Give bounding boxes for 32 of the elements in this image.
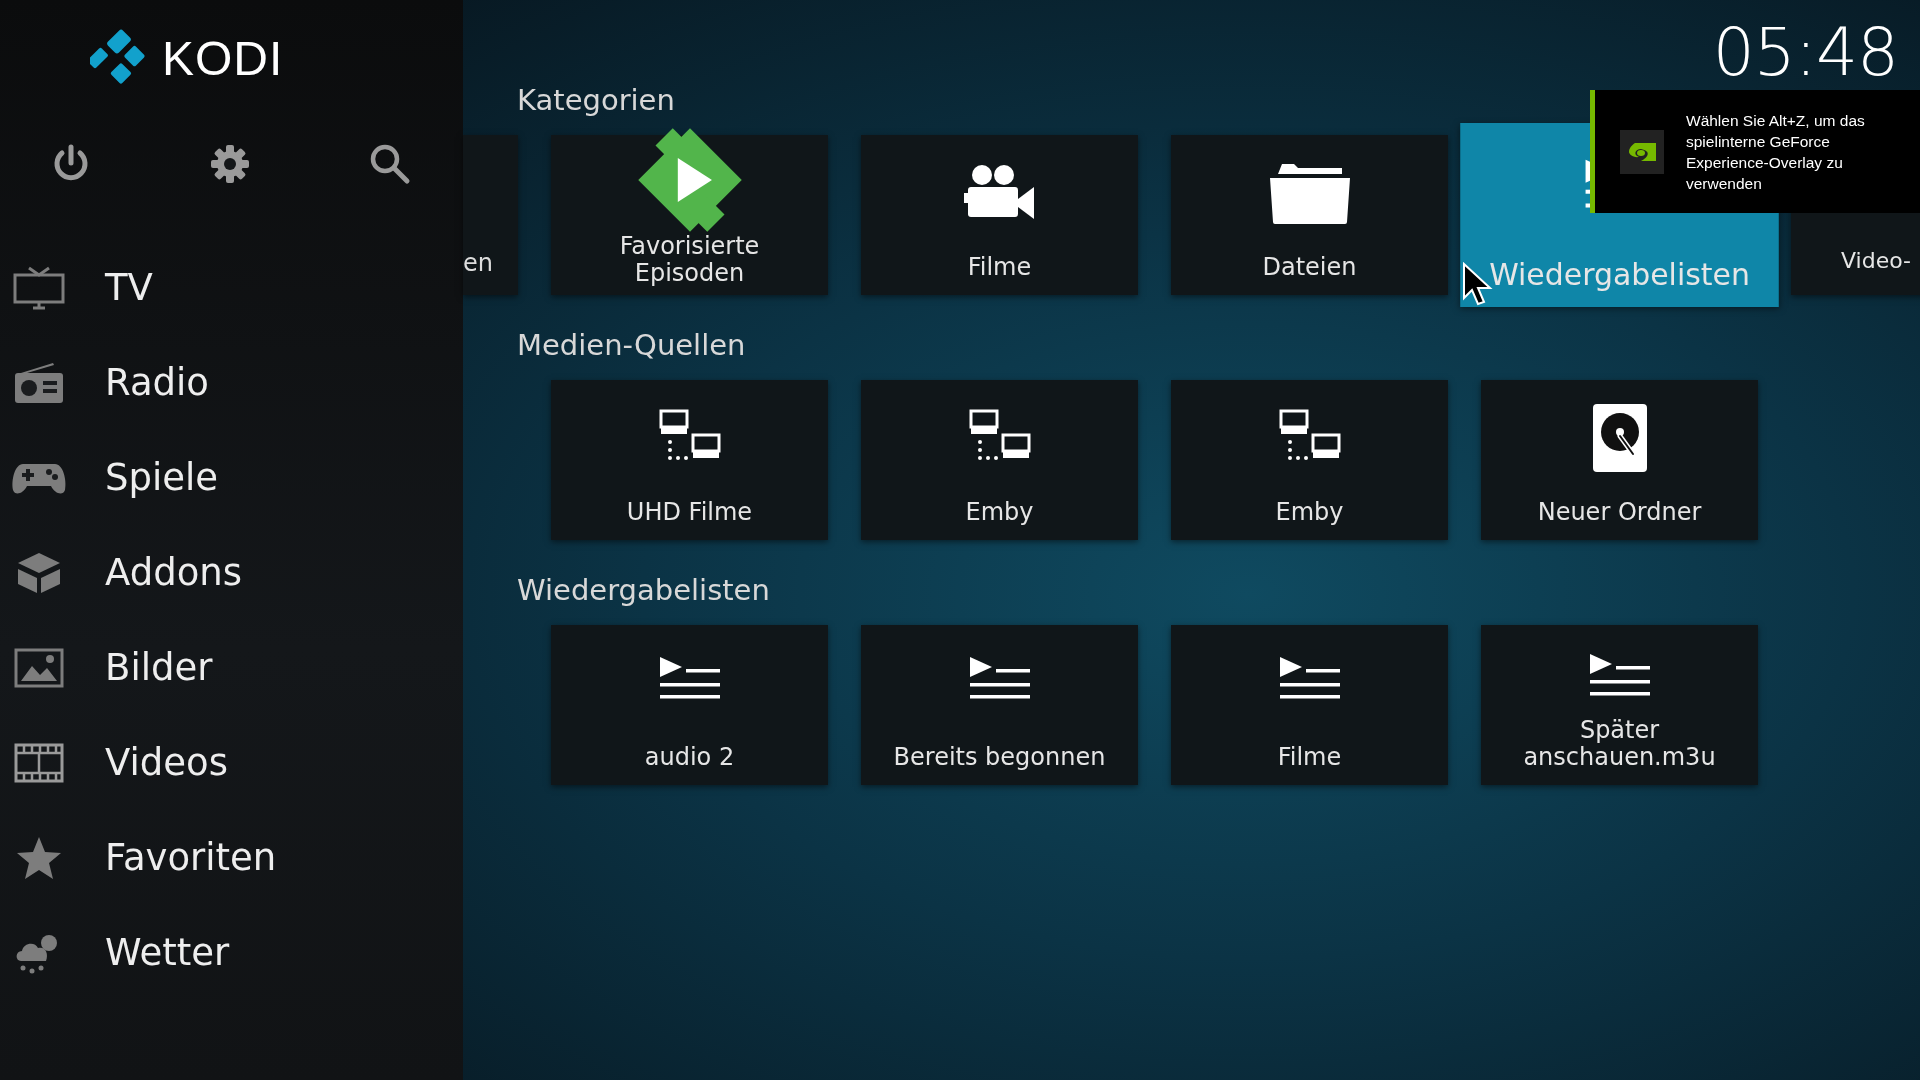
tile[interactable]: Filme [1171,625,1448,785]
settings-icon[interactable] [209,144,250,184]
menu-item[interactable]: Wetter [0,905,463,1000]
box-icon [15,550,62,595]
tile[interactable]: Später anschauen.m3u [1481,625,1758,785]
tile[interactable]: Neuer Ordner [1481,380,1758,540]
menu-item[interactable]: Spiele [0,430,463,525]
film-icon [13,742,64,783]
tile[interactable]: audio 2 [551,625,828,785]
search-icon[interactable] [369,143,411,185]
eye-logo-icon [1620,129,1664,174]
section-heading: Wiedergabelisten [517,572,771,609]
menu-item[interactable]: Addons [0,525,463,620]
tile[interactable]: Filme [861,135,1138,295]
menu-item[interactable]: Videos [0,715,463,810]
tv-icon [12,265,65,310]
tile[interactable]: Dateien [1171,135,1448,295]
tile[interactable]: Emby [1171,380,1448,540]
section-heading: Kategorien [517,82,676,119]
radio-icon [12,360,65,405]
menu-item[interactable]: Favoriten [0,810,463,905]
tile[interactable]: UHD Filme [551,380,828,540]
section-heading: Medien-Quellen [517,327,747,364]
tile[interactable]: Bereits begonnen [861,625,1138,785]
logo-text: KODI [162,30,284,86]
picture-icon [13,647,64,688]
tile[interactable]: Emby [861,380,1138,540]
menu-item[interactable]: Bilder [0,620,463,715]
tile[interactable]: en [463,135,518,295]
menu-item[interactable]: TV [0,240,463,335]
menu-item[interactable]: Radio [0,335,463,430]
clock: 05:48 [1712,14,1898,91]
